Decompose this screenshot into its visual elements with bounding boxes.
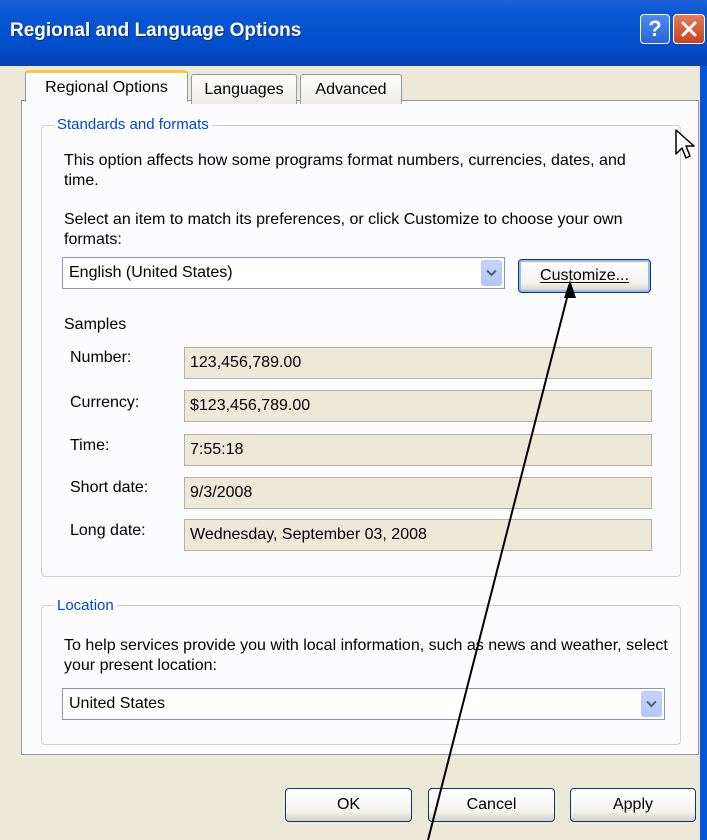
sample-label-number: Number: — [70, 349, 132, 366]
window-right-border — [700, 66, 707, 840]
tab-advanced[interactable]: Advanced — [300, 74, 402, 104]
location-dropdown[interactable]: United States — [62, 688, 665, 720]
help-icon: ? — [648, 16, 662, 41]
tab-regional-options[interactable]: Regional Options — [25, 70, 188, 102]
sample-value-long-date: Wednesday, September 03, 2008 — [184, 519, 652, 551]
location-dropdown-button[interactable] — [641, 691, 662, 717]
sample-label-short-date: Short date: — [70, 479, 149, 496]
sample-value-time: 7:55:18 — [184, 434, 652, 466]
location-dropdown-value: United States — [69, 695, 166, 712]
mouse-cursor-icon — [675, 129, 695, 159]
chevron-down-icon — [486, 269, 497, 277]
location-group-legend: Location — [54, 597, 117, 614]
close-button[interactable] — [673, 14, 705, 44]
sample-label-long-date: Long date: — [70, 522, 146, 539]
samples-heading: Samples — [64, 316, 127, 333]
chevron-down-icon — [646, 700, 657, 708]
standards-group-legend: Standards and formats — [54, 116, 212, 133]
sample-label-time: Time: — [70, 437, 110, 454]
window-title: Regional and Language Options — [10, 20, 302, 41]
help-button[interactable]: ? — [640, 14, 670, 44]
sample-value-short-date: 9/3/2008 — [184, 477, 652, 509]
sample-label-currency: Currency: — [70, 394, 140, 411]
location-description: To help services provide you with local … — [64, 637, 668, 674]
cancel-button[interactable]: Cancel — [428, 788, 555, 822]
sample-value-currency: $123,456,789.00 — [184, 390, 652, 422]
close-icon — [681, 21, 697, 37]
locale-dropdown-value: English (United States) — [69, 264, 233, 281]
ok-button[interactable]: OK — [285, 788, 412, 822]
customize-label: Customize... — [540, 267, 629, 284]
customize-button[interactable]: Customize... — [518, 259, 651, 293]
sample-value-number: 123,456,789.00 — [184, 347, 652, 379]
apply-button[interactable]: Apply — [570, 788, 696, 822]
tab-languages[interactable]: Languages — [191, 74, 297, 104]
locale-dropdown[interactable]: English (United States) — [62, 257, 505, 289]
select-prompt: Select an item to match its preferences,… — [64, 211, 623, 248]
standards-description: This option affects how some programs fo… — [64, 152, 626, 189]
locale-dropdown-button[interactable] — [481, 260, 502, 286]
